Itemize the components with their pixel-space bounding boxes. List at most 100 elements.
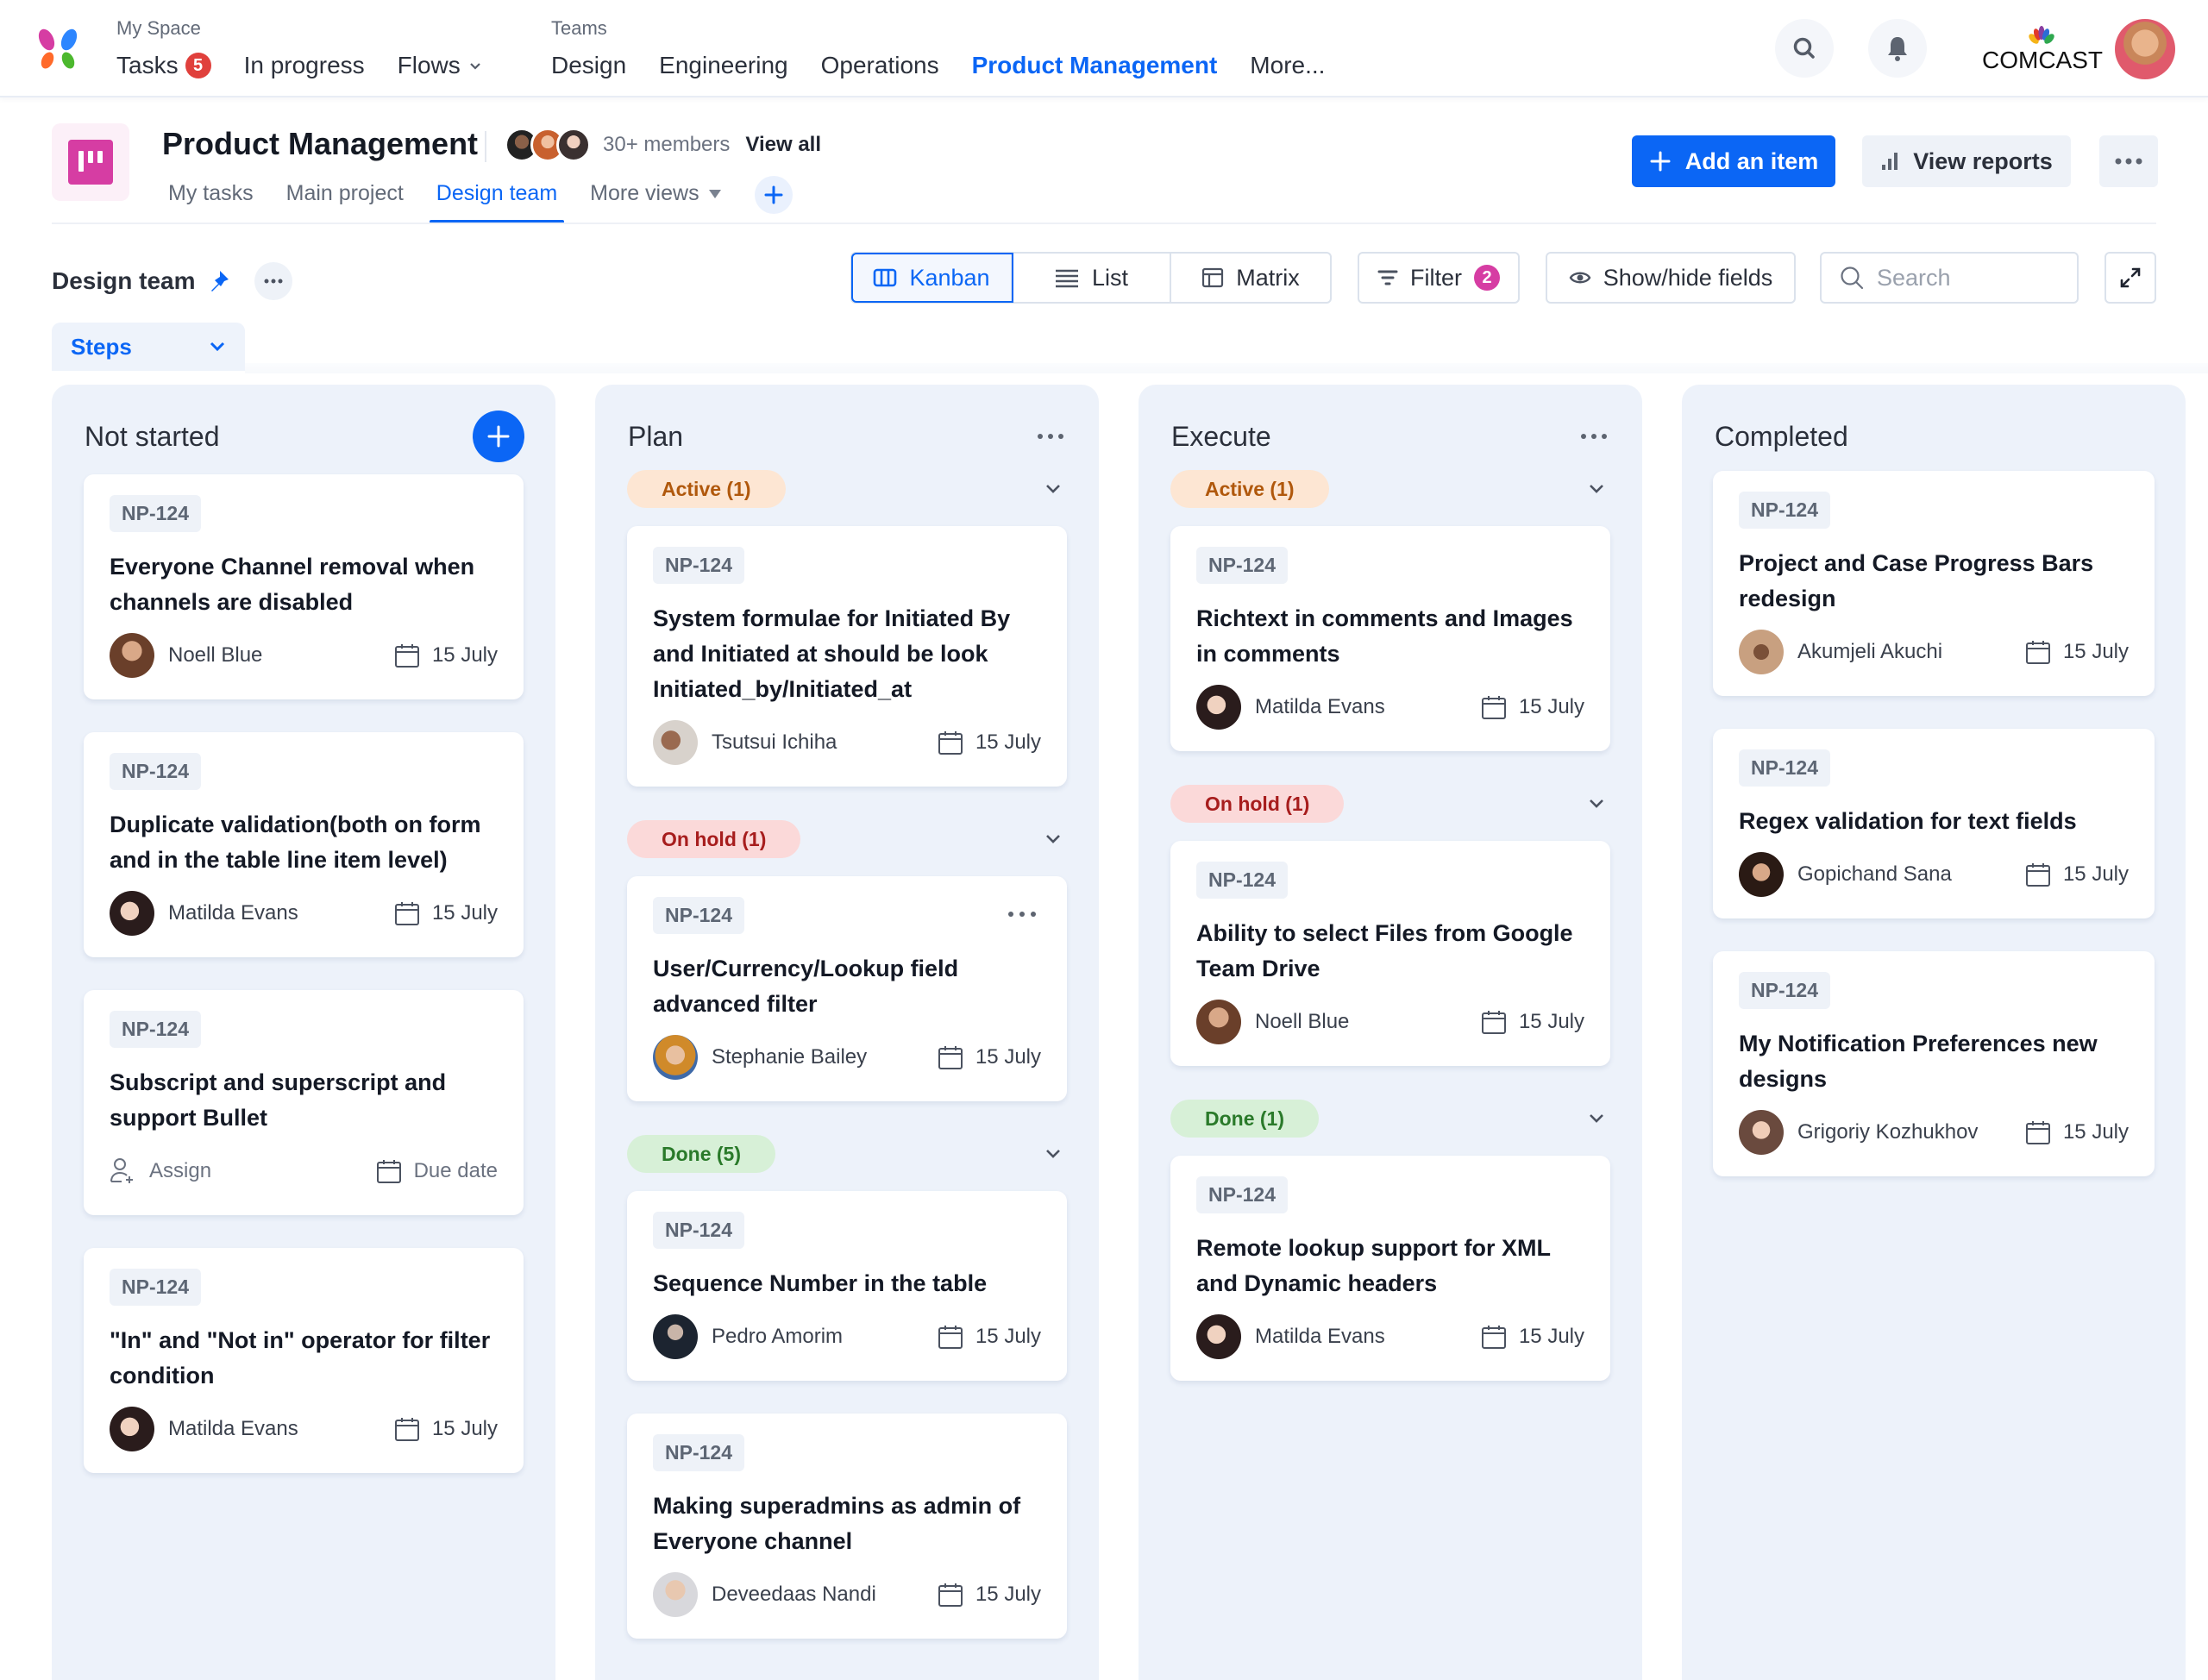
task-card[interactable]: NP-124 "In" and "Not in" operator for fi… <box>84 1248 524 1473</box>
tab-more-views[interactable]: More views <box>590 181 721 223</box>
nav-flows[interactable]: Flows <box>398 52 483 79</box>
due-date[interactable]: 15 July <box>2025 862 2129 887</box>
task-card[interactable]: NP-124 Project and Case Progress Bars re… <box>1713 471 2155 696</box>
assignee[interactable]: Noell Blue <box>1196 1000 1349 1044</box>
status-pill-on-hold[interactable]: On hold (1) <box>627 820 801 858</box>
task-card[interactable]: NP-124 Remote lookup support for XML and… <box>1170 1156 1610 1381</box>
nav-in-progress[interactable]: In progress <box>244 52 365 79</box>
view-all-members-link[interactable]: View all <box>745 133 821 157</box>
notifications-button[interactable] <box>1868 19 1927 78</box>
task-card[interactable]: NP-124 Regex validation for text fields … <box>1713 729 2155 918</box>
status-group-done: Done (5) <box>627 1134 1067 1174</box>
due-date[interactable]: 15 July <box>2025 639 2129 665</box>
assignee[interactable]: Noell Blue <box>110 633 262 678</box>
bar-chart-icon <box>1882 153 1898 170</box>
collapse-group-button[interactable] <box>1039 475 1067 503</box>
status-pill-done[interactable]: Done (1) <box>1170 1100 1319 1138</box>
task-card[interactable]: NP-124 Duplicate validation(both on form… <box>84 732 524 957</box>
tab-my-tasks[interactable]: My tasks <box>168 181 254 223</box>
current-view-name: Design team <box>52 267 196 294</box>
assignee-name: Tsutsui Ichiha <box>712 730 837 754</box>
task-card[interactable]: NP-124 Richtext in comments and Images i… <box>1170 526 1610 751</box>
assignee[interactable]: Akumjeli Akuchi <box>1739 630 1942 674</box>
task-card[interactable]: NP-124 Making superadmins as admin of Ev… <box>627 1414 1067 1639</box>
assignee[interactable]: Stephanie Bailey <box>653 1035 867 1080</box>
task-card[interactable]: NP-124 User/Currency/Lookup field advanc… <box>627 876 1067 1101</box>
nav-tasks[interactable]: Tasks 5 <box>116 52 211 79</box>
column-options-button[interactable] <box>1577 428 1611 445</box>
assignee[interactable]: Grigoriy Kozhukhov <box>1739 1110 1978 1155</box>
collapse-group-button[interactable] <box>1039 1140 1067 1168</box>
status-pill-active[interactable]: Active (1) <box>627 470 786 508</box>
task-card[interactable]: NP-124 My Notification Preferences new d… <box>1713 951 2155 1176</box>
task-card[interactable]: NP-124 System formulae for Initiated By … <box>627 526 1067 787</box>
assignee[interactable]: Matilda Evans <box>1196 1314 1385 1359</box>
nav-operations[interactable]: Operations <box>821 52 939 79</box>
assignee[interactable]: Tsutsui Ichiha <box>653 720 837 765</box>
filter-button[interactable]: Filter 2 <box>1358 252 1520 304</box>
collapse-group-button[interactable] <box>1583 475 1610 503</box>
assignee[interactable]: Matilda Evans <box>110 891 298 936</box>
task-card[interactable]: NP-124 Ability to select Files from Goog… <box>1170 841 1610 1066</box>
chevron-down-icon <box>1590 1114 1603 1123</box>
nav-engineering[interactable]: Engineering <box>659 52 787 79</box>
view-kanban-button[interactable]: Kanban <box>851 253 1013 303</box>
due-date[interactable]: 15 July <box>938 730 1041 755</box>
collapse-group-button[interactable] <box>1583 790 1610 818</box>
tab-design-team[interactable]: Design team <box>429 181 565 223</box>
global-search-button[interactable] <box>1775 19 1834 78</box>
search-field[interactable] <box>1820 252 2079 304</box>
add-view-button[interactable] <box>754 175 793 214</box>
view-switcher: Kanban List Matrix <box>850 252 1332 304</box>
due-date[interactable]: 15 July <box>1481 1009 1584 1035</box>
status-pill-on-hold[interactable]: On hold (1) <box>1170 785 1345 823</box>
tasks-count-badge: 5 <box>185 53 211 78</box>
task-card[interactable]: NP-124 Sequence Number in the table Pedr… <box>627 1191 1067 1381</box>
due-date[interactable]: 15 July <box>1481 694 1584 720</box>
view-matrix-button[interactable]: Matrix <box>1171 254 1330 302</box>
due-date[interactable]: 15 July <box>938 1044 1041 1070</box>
due-date[interactable]: 15 July <box>394 1416 498 1442</box>
card-more-icon[interactable] <box>1007 907 1038 921</box>
add-item-button[interactable]: Add an item <box>1632 135 1835 187</box>
group-by-steps-dropdown[interactable]: Steps <box>52 323 245 371</box>
view-reports-button[interactable]: View reports <box>1862 135 2071 187</box>
due-date[interactable]: 15 July <box>394 900 498 926</box>
assignee[interactable]: Matilda Evans <box>1196 685 1385 730</box>
assignee[interactable]: Deveedaas Nandi <box>653 1572 876 1617</box>
column-options-button[interactable] <box>1033 428 1068 445</box>
task-card[interactable]: NP-124 Everyone Channel removal when cha… <box>84 474 524 699</box>
add-card-button[interactable] <box>473 411 524 462</box>
view-options-button[interactable] <box>254 262 292 300</box>
tab-main-project[interactable]: Main project <box>286 181 404 223</box>
task-card[interactable]: NP-124 Subscript and superscript and sup… <box>84 990 524 1215</box>
show-hide-fields-button[interactable]: Show/hide fields <box>1546 252 1796 304</box>
fullscreen-button[interactable] <box>2104 252 2156 304</box>
due-date[interactable]: 15 July <box>1481 1324 1584 1350</box>
nav-more[interactable]: More... <box>1250 52 1325 79</box>
status-pill-done[interactable]: Done (5) <box>627 1135 775 1173</box>
assign-button[interactable]: Assign <box>110 1157 211 1185</box>
assignee[interactable]: Matilda Evans <box>110 1407 298 1451</box>
collapse-group-button[interactable] <box>1583 1105 1610 1132</box>
collapse-group-button[interactable] <box>1039 825 1067 853</box>
assignee[interactable]: Gopichand Sana <box>1739 852 1952 897</box>
due-date[interactable]: 15 July <box>938 1582 1041 1608</box>
view-list-button[interactable]: List <box>1013 254 1171 302</box>
more-options-button[interactable] <box>2099 135 2158 187</box>
chevron-down-icon <box>210 342 225 352</box>
my-space-label: My Space <box>116 17 201 39</box>
assignee[interactable]: Pedro Amorim <box>653 1314 843 1359</box>
app-logo-icon[interactable] <box>34 28 81 71</box>
search-input[interactable] <box>1877 264 2067 291</box>
status-pill-active[interactable]: Active (1) <box>1170 470 1329 508</box>
due-date[interactable]: 15 July <box>938 1324 1041 1350</box>
members-summary[interactable]: 30+ members View all <box>505 128 821 162</box>
user-avatar[interactable] <box>2115 19 2175 79</box>
nav-product-management[interactable]: Product Management <box>972 52 1218 79</box>
due-date[interactable]: 15 July <box>2025 1119 2129 1145</box>
nav-design[interactable]: Design <box>551 52 626 79</box>
due-date[interactable]: 15 July <box>394 643 498 668</box>
set-due-date-button[interactable]: Due date <box>376 1158 498 1184</box>
pin-icon[interactable] <box>208 269 230 293</box>
